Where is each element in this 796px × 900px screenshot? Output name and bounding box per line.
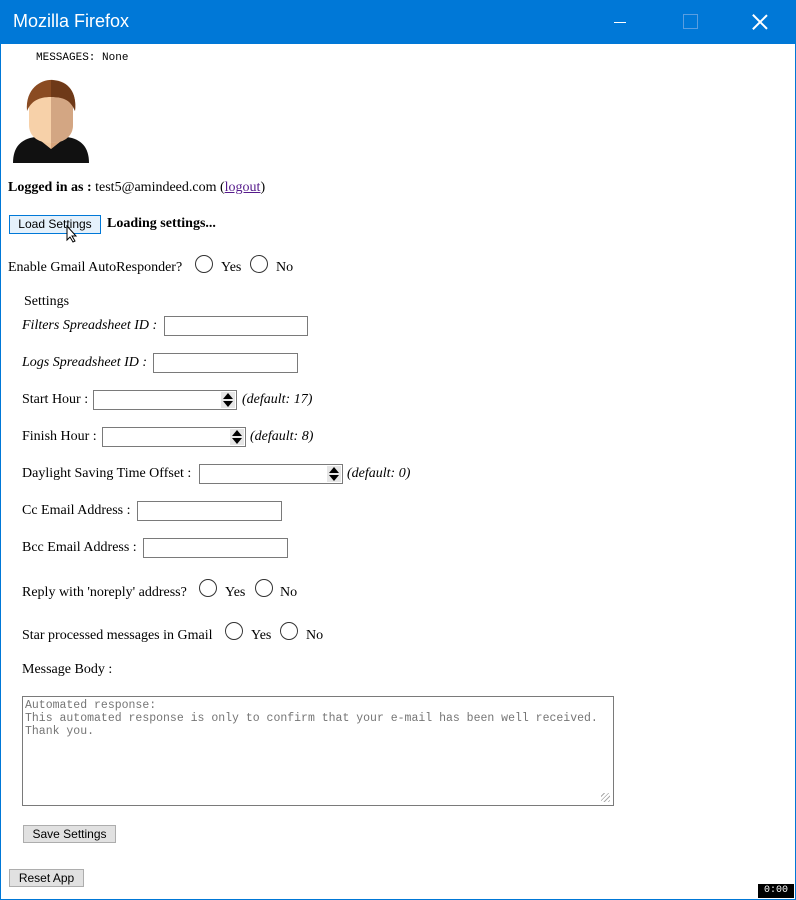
logged-in-label: Logged in as : [8,180,92,195]
window-title: Mozilla Firefox [13,11,130,31]
filters-spreadsheet-input[interactable] [164,316,308,336]
autoresponder-question: Enable Gmail AutoResponder? [8,260,183,275]
filters-spreadsheet-label: Filters Spreadsheet ID : [22,318,158,333]
recording-timer: 0:00 [758,884,794,898]
message-body-label: Message Body : [22,662,113,677]
finish-hour-label: Finish Hour : [22,429,97,444]
star-no-label: No [306,628,324,643]
finish-hour-default: (default: 8) [250,429,314,444]
messages-text: MESSAGES: None [36,52,129,64]
loading-status: Loading settings... [107,216,216,231]
autoresponder-yes-label: Yes [221,260,242,275]
close-icon[interactable] [730,0,790,44]
noreply-yes-label: Yes [225,585,246,600]
save-settings-button[interactable]: Save Settings [23,825,116,843]
noreply-no-radio[interactable] [255,579,273,597]
user-avatar-icon [13,79,89,163]
dst-offset-input[interactable] [199,464,343,484]
minimize-icon[interactable] [590,0,650,44]
noreply-question: Reply with 'noreply' address? [22,585,187,600]
textarea-resize-grip[interactable] [601,793,610,802]
logs-spreadsheet-input[interactable] [153,353,298,373]
noreply-yes-radio[interactable] [199,579,217,597]
bcc-email-label: Bcc Email Address : [22,540,137,555]
star-yes-label: Yes [251,628,272,643]
dst-offset-spinner[interactable] [327,466,341,482]
autoresponder-yes-radio[interactable] [195,255,213,273]
start-hour-input[interactable] [93,390,237,410]
logs-spreadsheet-label: Logs Spreadsheet ID : [22,355,148,370]
window-titlebar: Mozilla Firefox [0,0,796,44]
reset-app-button[interactable]: Reset App [9,869,84,887]
star-messages-question: Star processed messages in Gmail [22,628,213,643]
maximize-icon[interactable] [660,0,720,44]
star-yes-radio[interactable] [225,622,243,640]
dst-offset-default: (default: 0) [347,466,411,481]
noreply-no-label: No [280,585,298,600]
message-body-textarea[interactable] [22,696,614,806]
autoresponder-no-radio[interactable] [250,255,268,273]
paren-close: ) [260,180,266,195]
settings-heading: Settings [24,294,70,309]
start-hour-spinner[interactable] [221,392,235,408]
mouse-pointer-icon [66,225,78,243]
bcc-email-input[interactable] [143,538,288,558]
start-hour-label: Start Hour : [22,392,89,407]
autoresponder-no-label: No [276,260,294,275]
dst-offset-label: Daylight Saving Time Offset : [22,466,192,481]
cc-email-label: Cc Email Address : [22,503,131,518]
finish-hour-spinner[interactable] [230,429,244,445]
star-no-radio[interactable] [280,622,298,640]
user-email: test5@amindeed.com [95,180,217,195]
load-settings-button[interactable]: Load Settings [9,215,101,234]
logout-link[interactable]: logout [225,180,261,195]
finish-hour-input[interactable] [102,427,246,447]
start-hour-default: (default: 17) [242,392,313,407]
cc-email-input[interactable] [137,501,282,521]
